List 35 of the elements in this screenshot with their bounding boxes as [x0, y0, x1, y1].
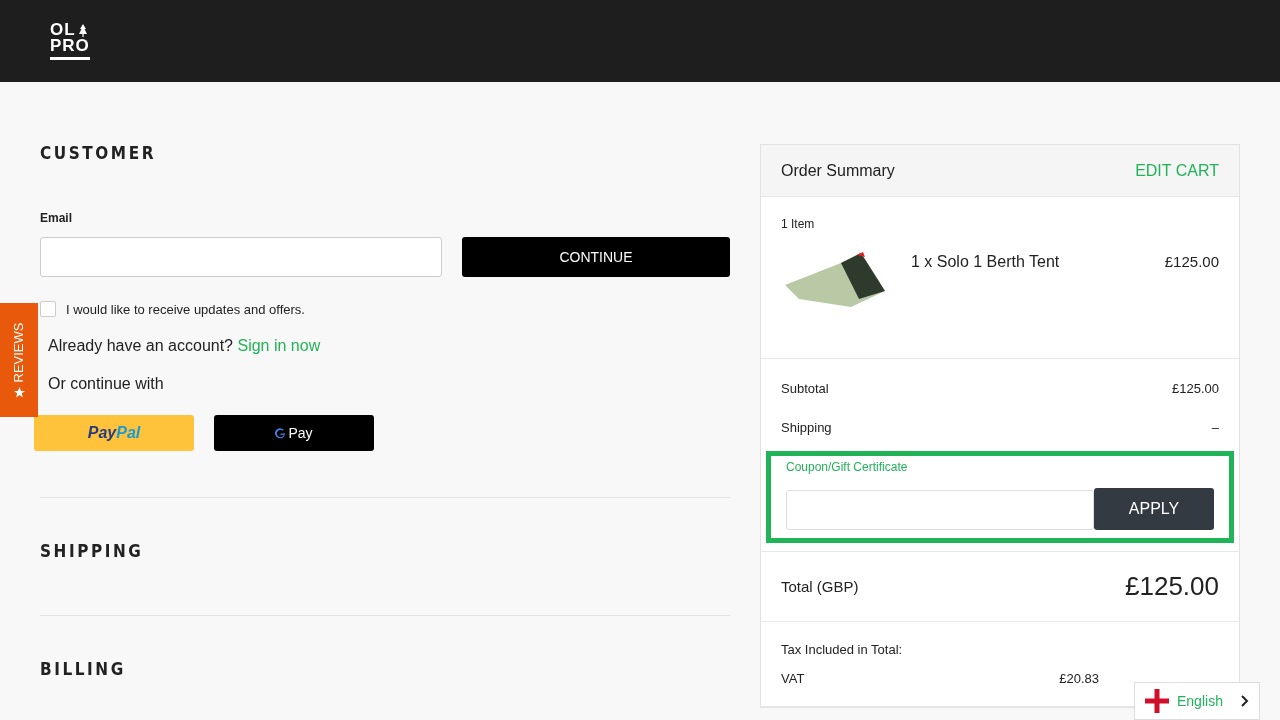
item-count: 1 Item	[781, 217, 816, 231]
continue-button[interactable]: CONTINUE	[462, 237, 730, 277]
summary-label: Subtotal	[781, 381, 829, 396]
item-name: 1 x Solo 1 Berth Tent	[911, 253, 1061, 271]
apply-button[interactable]: APPLY	[1094, 488, 1214, 530]
logo[interactable]: OL PRO	[50, 22, 90, 60]
star-icon	[13, 386, 25, 398]
google-pay-button[interactable]: Pay	[214, 415, 374, 451]
summary-value: £125.00	[1172, 381, 1219, 396]
section-heading: SHIPPING	[40, 540, 145, 561]
email-field[interactable]	[40, 237, 442, 277]
total-value: £125.00	[1125, 571, 1219, 602]
tree-icon	[78, 23, 87, 37]
coupon-label: Coupon/Gift Certificate	[786, 460, 909, 474]
section-heading: BILLING	[40, 658, 127, 679]
account-prompt: Already have an account? Sign in now	[48, 337, 322, 355]
continue-with-text: Or continue with	[48, 375, 165, 393]
chevron-right-icon	[1241, 695, 1249, 707]
flag-icon	[1145, 689, 1169, 713]
total-label: Total (GBP)	[781, 578, 859, 595]
field-label: Email	[40, 211, 73, 225]
tax-heading: Tax Included in Total:	[781, 642, 903, 657]
section-heading: CUSTOMER	[40, 142, 157, 163]
tax-value: £20.83	[1059, 671, 1099, 686]
tax-label: VAT	[781, 671, 805, 686]
paypal-button[interactable]: PayPal	[34, 415, 194, 451]
checkbox[interactable]	[40, 301, 56, 317]
checkbox-label: I would like to receive updates and offers.	[66, 301, 305, 317]
card-title: Order Summary	[781, 161, 895, 180]
item-price: £125.00	[1164, 253, 1219, 270]
reviews-tab[interactable]: REVIEWS	[0, 303, 38, 417]
summary-label: Shipping	[781, 420, 832, 435]
g-logo-icon	[275, 427, 287, 439]
summary-value: –	[1211, 420, 1219, 435]
coupon-field[interactable]	[786, 490, 1094, 530]
